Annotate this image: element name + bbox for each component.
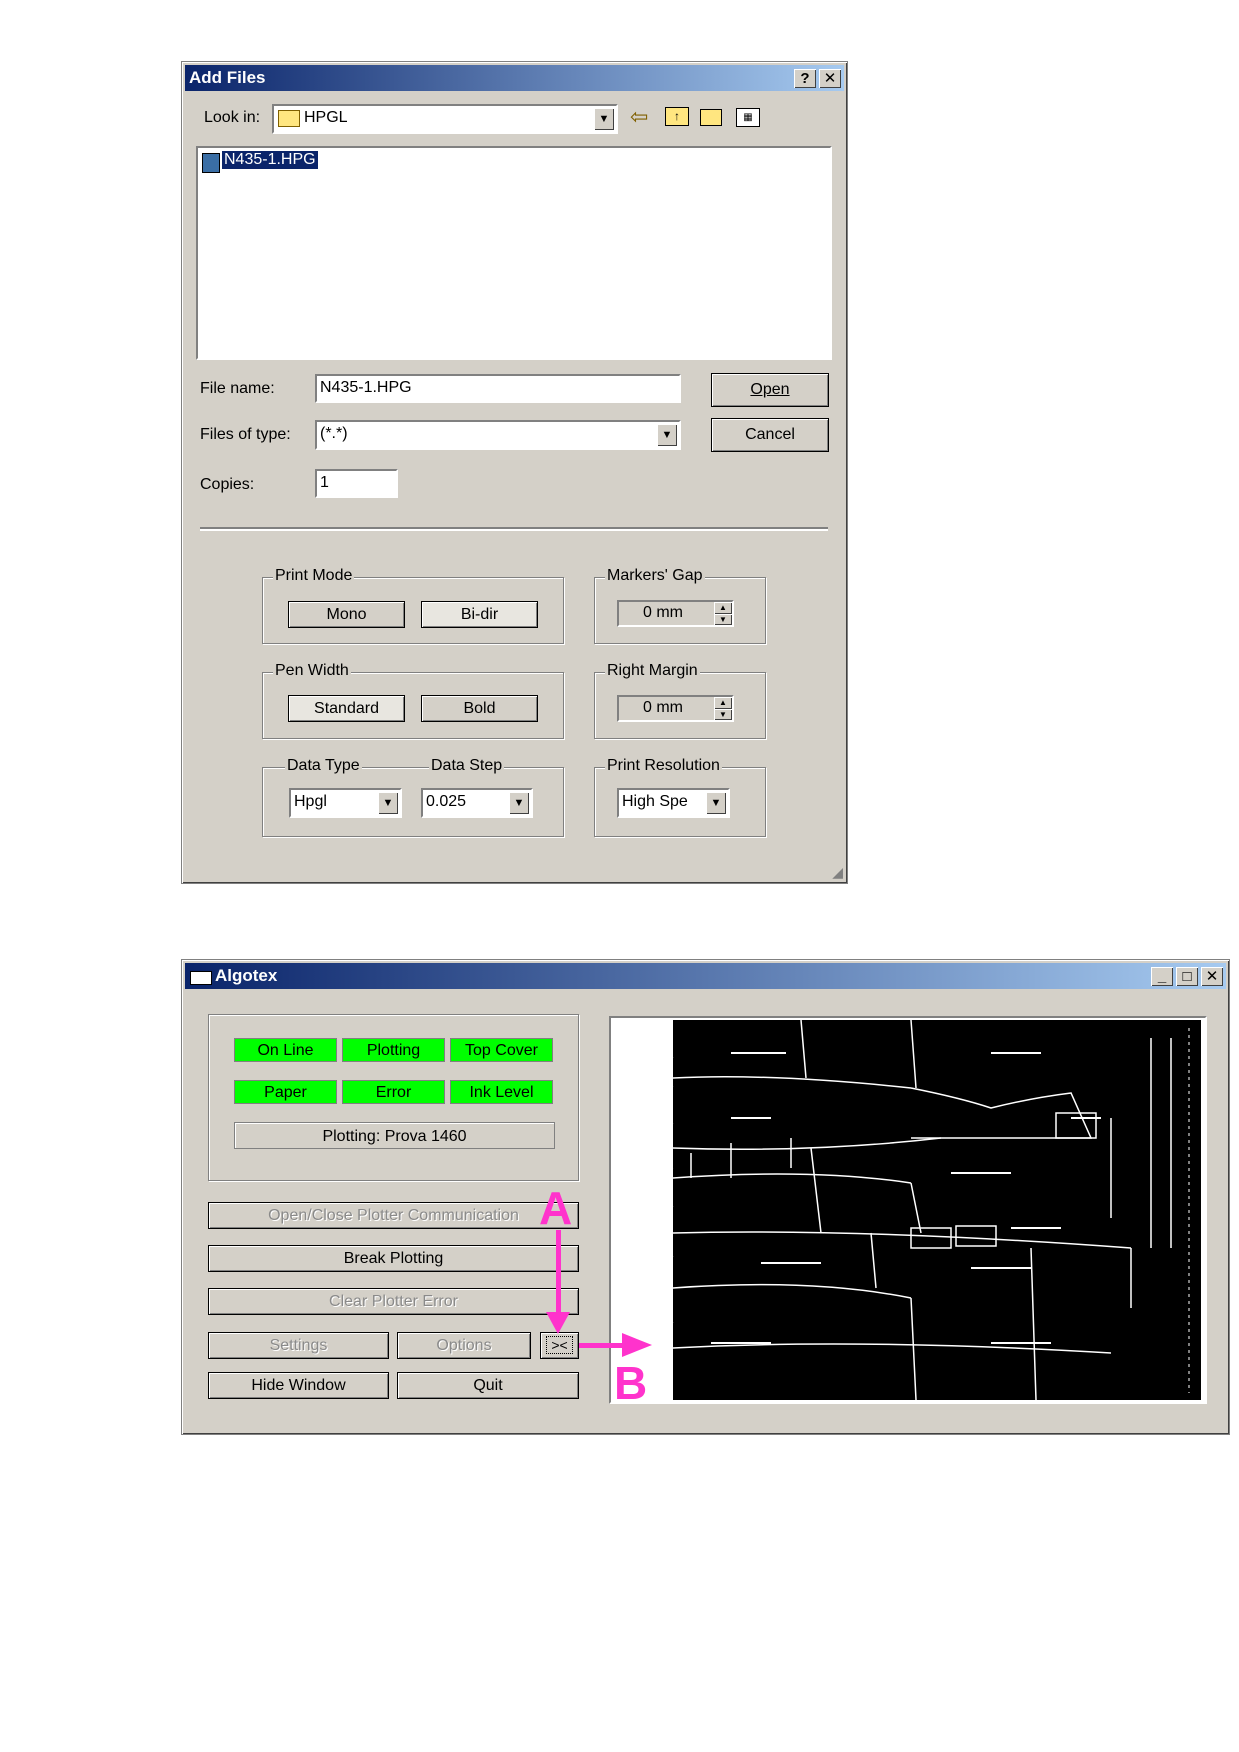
algotex-window: Algotex _ □ ✕ On Line Plotting Top Cover… bbox=[181, 959, 1230, 1435]
options-button[interactable]: Options bbox=[397, 1332, 531, 1359]
hide-window-button[interactable]: Hide Window bbox=[208, 1372, 389, 1399]
files-of-type-value: (*.*) bbox=[320, 425, 348, 442]
copies-value: 1 bbox=[320, 474, 329, 491]
look-in-label: Look in: bbox=[204, 109, 261, 126]
file-list[interactable]: N435-1.HPG bbox=[196, 146, 832, 360]
up-folder-icon[interactable]: ↑ bbox=[665, 107, 689, 126]
folder-icon bbox=[278, 110, 300, 127]
annotation-arrowhead-right bbox=[622, 1333, 652, 1357]
file-name-value: N435-1.HPG bbox=[320, 379, 412, 396]
toggle-preview-button[interactable]: >< bbox=[540, 1332, 579, 1359]
spin-arrows-icon[interactable]: ▲ ▼ bbox=[714, 697, 732, 720]
plotting-status-text: Plotting: Prova 1460 bbox=[234, 1122, 555, 1149]
maximize-icon[interactable]: □ bbox=[1176, 967, 1198, 986]
look-in-value: HPGL bbox=[304, 109, 348, 126]
clear-plotter-error-button[interactable]: Clear Plotter Error bbox=[208, 1288, 579, 1315]
markers-gap-label: Markers' Gap bbox=[605, 567, 705, 585]
markers-gap-spinner[interactable]: 0 mm ▲ ▼ bbox=[617, 600, 734, 627]
open-close-plotter-button[interactable]: Open/Close Plotter Communication bbox=[208, 1202, 579, 1229]
data-step-label: Data Step bbox=[429, 757, 505, 775]
markers-gap-value: 0 mm bbox=[643, 604, 683, 621]
help-button[interactable]: ? bbox=[794, 69, 816, 88]
annotation-arrow-right bbox=[579, 1343, 624, 1348]
print-mode-label: Print Mode bbox=[273, 567, 355, 585]
bold-button[interactable]: Bold bbox=[421, 695, 538, 722]
file-name-input[interactable]: N435-1.HPG bbox=[315, 374, 681, 403]
annotation-arrow-down bbox=[556, 1230, 561, 1312]
status-panel: On Line Plotting Top Cover Paper Error I… bbox=[208, 1014, 579, 1181]
print-mode-group: Print Mode Mono Bi-dir bbox=[262, 567, 564, 644]
open-button[interactable]: Open bbox=[711, 373, 829, 407]
mono-button[interactable]: Mono bbox=[288, 601, 405, 628]
quit-button[interactable]: Quit bbox=[397, 1372, 579, 1399]
status-paper: Paper bbox=[234, 1080, 337, 1104]
files-of-type-label: Files of type: bbox=[200, 426, 291, 443]
add-files-titlebar: Add Files ? ✕ bbox=[185, 65, 844, 91]
markers-gap-group: Markers' Gap 0 mm ▲ ▼ bbox=[594, 567, 766, 644]
separator bbox=[200, 527, 828, 531]
resize-grip-icon[interactable]: ◢ bbox=[832, 864, 843, 881]
print-resolution-group: Print Resolution High Spe ▼ bbox=[594, 757, 766, 837]
pen-width-group: Pen Width Standard Bold bbox=[262, 662, 564, 739]
cancel-button[interactable]: Cancel bbox=[711, 418, 829, 452]
look-in-select[interactable]: HPGL ▼ bbox=[272, 104, 618, 134]
algotex-titlebar: Algotex _ □ ✕ bbox=[185, 963, 1226, 989]
algotex-title: Algotex bbox=[215, 966, 278, 985]
file-name-label: File name: bbox=[200, 380, 275, 397]
settings-button[interactable]: Settings bbox=[208, 1332, 389, 1359]
standard-button[interactable]: Standard bbox=[288, 695, 405, 722]
print-resolution-select[interactable]: High Spe ▼ bbox=[617, 788, 730, 818]
chevron-down-icon[interactable]: ▼ bbox=[706, 792, 726, 814]
bidir-button[interactable]: Bi-dir bbox=[421, 601, 538, 628]
minimize-icon[interactable]: _ bbox=[1151, 967, 1173, 986]
chevron-down-icon[interactable]: ▼ bbox=[378, 792, 398, 814]
add-files-dialog: Add Files ? ✕ Look in: HPGL ▼ ⇦ ↑ ▦ N435… bbox=[181, 61, 848, 884]
data-type-group: Data Type Data Step Hpgl ▼ 0.025 ▼ bbox=[262, 757, 564, 837]
print-resolution-label: Print Resolution bbox=[605, 757, 722, 775]
toggle-preview-label: >< bbox=[546, 1336, 573, 1354]
back-arrow-icon[interactable]: ⇦ bbox=[630, 104, 648, 130]
app-icon bbox=[190, 971, 212, 985]
annotation-arrowhead-down bbox=[546, 1312, 570, 1334]
right-margin-spinner[interactable]: 0 mm ▲ ▼ bbox=[617, 695, 734, 722]
data-type-select[interactable]: Hpgl ▼ bbox=[289, 788, 402, 818]
files-of-type-select[interactable]: (*.*) ▼ bbox=[315, 420, 681, 450]
plot-preview-image bbox=[611, 1019, 1201, 1401]
annotation-b: B bbox=[614, 1357, 648, 1409]
status-plotting: Plotting bbox=[342, 1038, 445, 1062]
print-resolution-value: High Spe bbox=[622, 793, 688, 810]
data-step-value: 0.025 bbox=[426, 793, 467, 810]
copies-label: Copies: bbox=[200, 476, 255, 493]
data-type-label: Data Type bbox=[285, 757, 362, 775]
status-ink-level: Ink Level bbox=[450, 1080, 553, 1104]
status-top-cover: Top Cover bbox=[450, 1038, 553, 1062]
annotation-a: A bbox=[539, 1182, 573, 1234]
data-step-select[interactable]: 0.025 ▼ bbox=[421, 788, 533, 818]
right-margin-value: 0 mm bbox=[643, 699, 683, 716]
new-folder-icon[interactable] bbox=[700, 109, 722, 126]
file-icon bbox=[202, 153, 220, 173]
copies-input[interactable]: 1 bbox=[315, 469, 398, 498]
break-plotting-button[interactable]: Break Plotting bbox=[208, 1245, 579, 1272]
view-menu-icon[interactable]: ▦ bbox=[736, 108, 760, 127]
plot-preview bbox=[609, 1016, 1207, 1404]
close-icon[interactable]: ✕ bbox=[1201, 967, 1223, 986]
status-error: Error bbox=[342, 1080, 445, 1104]
chevron-down-icon[interactable]: ▼ bbox=[657, 424, 677, 446]
close-button[interactable]: ✕ bbox=[819, 69, 841, 88]
chevron-down-icon[interactable]: ▼ bbox=[509, 792, 529, 814]
right-margin-group: Right Margin 0 mm ▲ ▼ bbox=[594, 662, 766, 739]
data-type-value: Hpgl bbox=[294, 793, 327, 810]
spin-arrows-icon[interactable]: ▲ ▼ bbox=[714, 602, 732, 625]
chevron-down-icon[interactable]: ▼ bbox=[594, 108, 614, 130]
add-files-title: Add Files bbox=[189, 68, 266, 87]
pen-width-label: Pen Width bbox=[273, 662, 351, 680]
status-on-line: On Line bbox=[234, 1038, 337, 1062]
file-list-item[interactable]: N435-1.HPG bbox=[222, 151, 318, 169]
right-margin-label: Right Margin bbox=[605, 662, 700, 680]
